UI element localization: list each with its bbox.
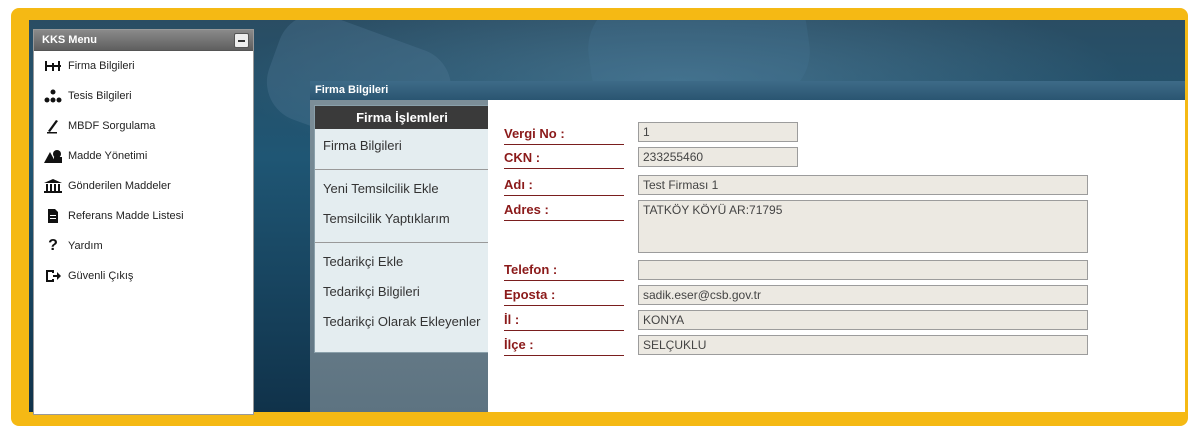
kks-menu-panel: KKS Menu Firma Bilgileri Tesis Bilgileri [33, 29, 254, 415]
firma-bilgileri-window: Firma Bilgileri Firma İşlemleri Firma Bi… [310, 81, 1185, 412]
telefon-label: Telefon : [504, 260, 624, 281]
collapse-icon[interactable] [234, 33, 249, 48]
ops-item-tedarikci-ekle[interactable]: Tedarikçi Ekle [315, 247, 489, 277]
menu-item-mbdf-sorgulama[interactable]: MBDF Sorgulama [34, 111, 253, 141]
screen: KKS Menu Firma Bilgileri Tesis Bilgileri [0, 0, 1189, 428]
adres-field[interactable]: TATKÖY KÖYÜ AR:71795 [638, 200, 1088, 253]
adi-label: Adı : [504, 175, 624, 196]
hierarchy-icon [42, 87, 64, 105]
divider [315, 169, 489, 170]
ops-item-tedarikci-olarak-ekleyenler[interactable]: Tedarikçi Olarak Ekleyenler [315, 307, 489, 337]
ckn-field[interactable]: 233255460 [638, 147, 798, 167]
firma-islemleri-title: Firma İşlemleri [315, 106, 489, 129]
ops-item-temsilcilik-yaptiklarim[interactable]: Temsilcilik Yaptıklarım [315, 204, 489, 234]
menu-item-madde-yonetimi[interactable]: Madde Yönetimi [34, 141, 253, 171]
shapes-icon [42, 147, 64, 165]
organization-chart-icon [42, 57, 64, 75]
ilce-label: İlçe : [504, 335, 624, 356]
kks-menu-title: KKS Menu [42, 34, 97, 46]
menu-item-referans-madde-listesi[interactable]: Referans Madde Listesi [34, 201, 253, 231]
firma-islemleri-panel: Firma İşlemleri Firma Bilgileri Yeni Tem… [314, 105, 490, 353]
menu-item-guvenli-cikis[interactable]: Güvenli Çıkış [34, 261, 253, 291]
ops-item-firma-bilgileri[interactable]: Firma Bilgileri [315, 131, 489, 161]
eposta-field[interactable]: sadik.eser@csb.gov.tr [638, 285, 1088, 305]
kks-menu-list: Firma Bilgileri Tesis Bilgileri MBDF Sor… [34, 51, 253, 291]
menu-item-gonderilen-maddeler[interactable]: Gönderilen Maddeler [34, 171, 253, 201]
menu-item-firma-bilgileri[interactable]: Firma Bilgileri [34, 51, 253, 81]
window-title: Firma Bilgileri [310, 81, 1185, 100]
adi-field[interactable]: Test Firması 1 [638, 175, 1088, 195]
adres-label: Adres : [504, 200, 624, 221]
il-label: İl : [504, 310, 624, 331]
question-icon: ? [48, 237, 58, 254]
ops-item-tedarikci-bilgileri[interactable]: Tedarikçi Bilgileri [315, 277, 489, 307]
vergi-no-field[interactable]: 1 [638, 122, 798, 142]
vergi-no-label: Vergi No : [504, 124, 624, 145]
operations-sidebar: Firma İşlemleri Firma Bilgileri Yeni Tem… [310, 100, 490, 412]
il-field[interactable]: KONYA [638, 310, 1088, 330]
bank-icon [42, 177, 64, 195]
kks-menu-header: KKS Menu [34, 30, 253, 51]
logout-icon [42, 267, 64, 285]
document-icon [42, 207, 64, 225]
menu-item-tesis-bilgileri[interactable]: Tesis Bilgileri [34, 81, 253, 111]
ckn-label: CKN : [504, 148, 624, 169]
ilce-field[interactable]: SELÇUKLU [638, 335, 1088, 355]
divider [315, 242, 489, 243]
pen-icon [42, 117, 64, 135]
ops-item-yeni-temsilcilik-ekle[interactable]: Yeni Temsilcilik Ekle [315, 174, 489, 204]
telefon-field[interactable] [638, 260, 1088, 280]
menu-item-yardim[interactable]: ? Yardım [34, 231, 253, 261]
eposta-label: Eposta : [504, 285, 624, 306]
firma-form: Vergi No : 1 CKN : 233255460 Adı : Test … [488, 100, 1185, 412]
